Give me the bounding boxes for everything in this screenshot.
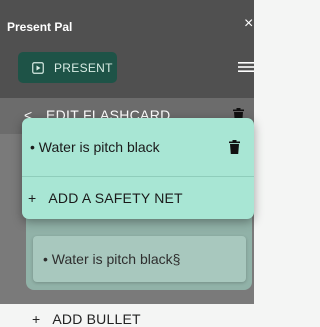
hamburger-icon[interactable]	[238, 60, 254, 78]
delete-bullet-icon[interactable]	[229, 140, 240, 159]
app-title: Present Pal	[7, 20, 73, 34]
plus-icon: +	[28, 190, 37, 206]
add-bullet-button[interactable]: + ADD BULLET	[32, 311, 141, 327]
selected-bullet[interactable]: • Water is pitch black	[22, 118, 254, 176]
add-safety-net-label: ADD A SAFETY NET	[48, 190, 183, 206]
bullet-item[interactable]: • Water is pitch black§	[33, 236, 246, 282]
plus-icon: +	[32, 311, 41, 327]
present-button-label: PRESENT	[54, 60, 113, 75]
selected-bullet-text: • Water is pitch black	[30, 139, 160, 155]
app-header	[0, 0, 254, 98]
bullet-context-menu: • Water is pitch black + ADD A SAFETY NE…	[22, 118, 254, 219]
add-bullet-label: ADD BULLET	[52, 311, 141, 327]
play-icon	[32, 61, 44, 74]
add-safety-net-button[interactable]: + ADD A SAFETY NET	[22, 177, 254, 219]
close-icon[interactable]: ×	[244, 16, 253, 32]
bullet-text: • Water is pitch black§	[43, 251, 181, 267]
present-button[interactable]: PRESENT	[18, 52, 117, 83]
